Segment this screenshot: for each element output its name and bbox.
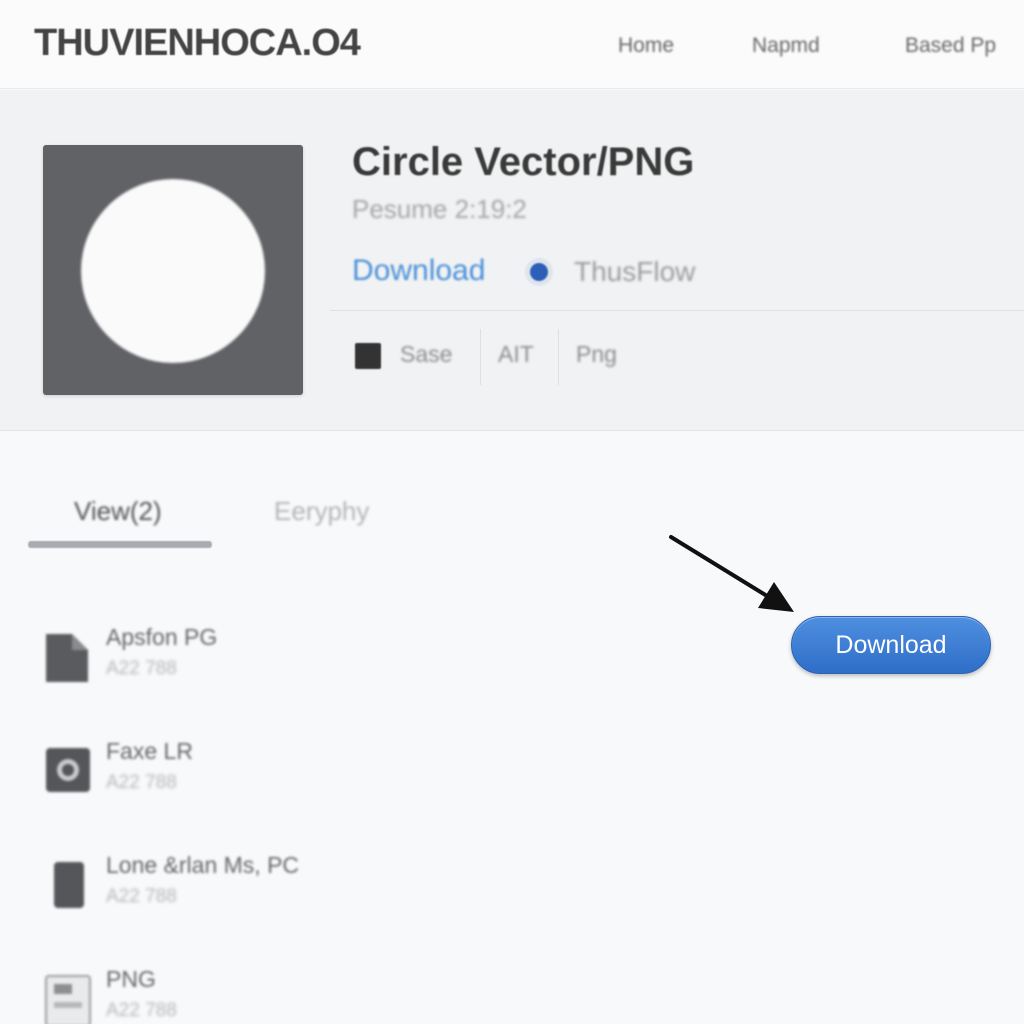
top-nav-bar: THUVIENHOCA.O4 Home Napmd Based Pp [0,0,1024,89]
product-title: Circle Vector/PNG [352,140,695,184]
document-icon [46,634,88,682]
file-name: PNG [106,966,156,992]
author-avatar-icon [530,263,548,281]
product-meta-row: Sase AIT Png [330,310,1024,391]
file-list-item[interactable]: PNG A22 788 [40,966,640,1024]
meta-divider [480,329,481,385]
product-thumbnail[interactable] [43,145,303,395]
file-list-item[interactable]: Apsfon PG A22 788 [40,624,640,704]
download-button[interactable]: Download [791,616,991,674]
active-tab-indicator [28,541,212,548]
meta-item-3[interactable]: Png [576,341,617,368]
file-list-item[interactable]: Faxe LR A22 788 [40,738,640,818]
circle-preview [81,179,265,363]
product-header: Circle Vector/PNG Pesume 2:19:2 Download… [0,90,1024,431]
nav-link-2[interactable]: Napmd [752,34,820,58]
file-name: Apsfon PG [106,624,218,650]
image-file-icon [46,748,90,792]
product-subtitle: Pesume 2:19:2 [352,194,527,224]
tab-second[interactable]: Eeryphy [274,496,369,527]
file-size: A22 788 [106,886,177,907]
file-size: A22 788 [106,1000,177,1021]
file-name: Faxe LR [106,738,193,764]
file-list-item[interactable]: Lone &rlan Ms, PC A22 788 [40,852,640,932]
nav-link-3[interactable]: Based Pp [905,34,996,58]
archive-file-icon [54,862,84,908]
page: THUVIENHOCA.O4 Home Napmd Based Pp Circl… [0,0,1024,1024]
file-size: A22 788 [106,772,177,793]
nav-link-home[interactable]: Home [618,34,674,58]
meta-item-1[interactable]: Sase [400,341,452,368]
meta-item-2[interactable]: AIT [498,341,534,368]
color-swatch-icon [355,343,381,369]
tab-view[interactable]: View(2) [74,496,162,527]
meta-divider [558,329,559,385]
site-logo[interactable]: THUVIENHOCA.O4 [34,22,361,65]
file-name: Lone &rlan Ms, PC [106,852,300,878]
file-size: A22 788 [106,658,177,679]
arrow-pointer-icon [669,535,794,612]
download-link[interactable]: Download [352,254,485,288]
author-name[interactable]: ThusFlow [574,256,695,288]
png-file-icon [45,975,91,1024]
